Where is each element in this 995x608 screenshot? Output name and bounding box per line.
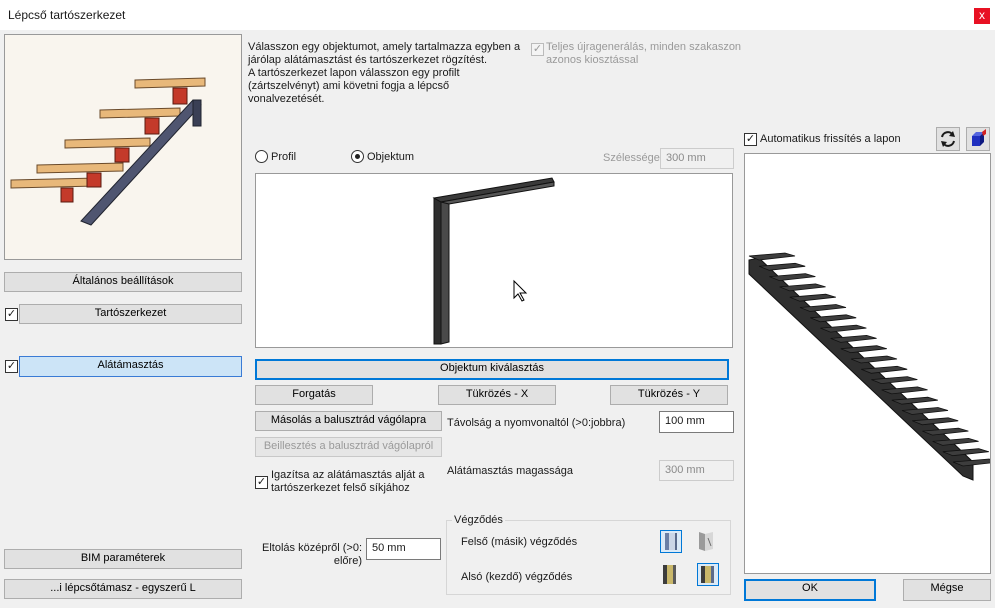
auto-refresh-checkbox[interactable]: ✓ bbox=[744, 133, 757, 146]
copy-clipboard-button[interactable]: Másolás a balusztrád vágólapra bbox=[255, 411, 442, 431]
align-label: Igazítsa az alátámasztás alját a tartósz… bbox=[271, 469, 424, 495]
align-label-line: Igazítsa az alátámasztás alját a bbox=[271, 469, 425, 481]
close-button[interactable]: x bbox=[974, 8, 990, 24]
description-line: A tartószerkezet lapon válasszon egy pro… bbox=[248, 67, 460, 79]
mirror-x-button[interactable]: Tükrözés - X bbox=[438, 385, 556, 405]
upper-end-option-2-icon[interactable] bbox=[697, 530, 719, 553]
title-bar: Lépcső tartószerkezet x bbox=[0, 0, 995, 30]
profil-radio[interactable] bbox=[255, 150, 268, 163]
height-input[interactable]: 300 mm bbox=[659, 460, 734, 481]
stair-3d-preview bbox=[744, 153, 995, 574]
mirror-y-button[interactable]: Tükrözés - Y bbox=[610, 385, 728, 405]
profil-radio-label: Profil bbox=[271, 151, 297, 163]
distance-input[interactable]: 100 mm bbox=[659, 411, 734, 433]
general-settings-button[interactable]: Általános beállítások bbox=[4, 272, 242, 292]
objektum-radio-label: Objektum bbox=[367, 151, 415, 163]
stringer bbox=[748, 257, 974, 481]
align-label-line: tartószerkezet felső síkjához bbox=[271, 482, 410, 494]
lower-end-option-1-icon[interactable] bbox=[660, 563, 682, 586]
objektum-radio[interactable] bbox=[351, 150, 364, 163]
lower-end-option-2-icon[interactable] bbox=[697, 563, 719, 586]
window-title: Lépcső tartószerkezet bbox=[8, 8, 126, 22]
description-line: Válasszon egy objektumot, amely tartalma… bbox=[248, 41, 521, 53]
bim-parameters-button[interactable]: BIM paraméterek bbox=[4, 549, 242, 569]
ending-group-title: Végződés bbox=[452, 514, 505, 526]
preset-button[interactable]: ...i lépcsőtámasz - egyszerű L bbox=[4, 579, 242, 599]
width-label: Szélessége bbox=[603, 152, 660, 164]
height-label: Alátámasztás magassága bbox=[447, 465, 573, 477]
cancel-button[interactable]: Mégse bbox=[903, 579, 991, 601]
tartoszerkezet-checkbox[interactable]: ✓ bbox=[5, 308, 18, 321]
alatamasztas-button[interactable]: Alátámasztás bbox=[19, 356, 242, 377]
lower-end-label: Alsó (kezdő) végződés bbox=[461, 571, 573, 583]
paste-clipboard-button[interactable]: Beillesztés a balusztrád vágólapról bbox=[255, 437, 442, 457]
width-input[interactable]: 300 mm bbox=[660, 148, 734, 169]
upper-end-option-1-icon[interactable] bbox=[660, 530, 682, 553]
rotate-button[interactable]: Forgatás bbox=[255, 385, 373, 405]
description-line: vonalvezetését. bbox=[248, 93, 325, 105]
offset-label-line: Eltolás középről (>0: bbox=[262, 542, 362, 554]
cursor-icon bbox=[513, 279, 528, 302]
offset-label: Eltolás középről (>0: előre) bbox=[262, 542, 362, 568]
cube-view-button[interactable] bbox=[966, 127, 990, 151]
distance-label: Távolság a nyomvonaltól (>0:jobbra) bbox=[447, 417, 626, 429]
ok-button[interactable]: OK bbox=[744, 579, 876, 601]
refresh-button[interactable] bbox=[936, 127, 960, 151]
align-checkbox[interactable]: ✓ bbox=[255, 476, 268, 489]
offset-label-line: előre) bbox=[333, 555, 362, 567]
object-shape bbox=[432, 177, 555, 345]
offset-input[interactable]: 50 mm bbox=[366, 538, 441, 560]
full-regen-line: Teljes újragenerálás, minden szakaszon bbox=[546, 41, 742, 53]
description-line: járólap alátámasztást és tartószerkezet … bbox=[248, 54, 488, 66]
stair-3d-illustration bbox=[748, 252, 995, 481]
cube-icon bbox=[972, 129, 986, 146]
full-regen-checkbox[interactable]: ✓ bbox=[531, 43, 544, 56]
stair-tread bbox=[748, 252, 796, 261]
select-object-button[interactable]: Objektum kiválasztás bbox=[255, 359, 729, 380]
stair-preview-image bbox=[4, 34, 242, 260]
stair-illustration bbox=[10, 77, 206, 226]
refresh-icon bbox=[941, 131, 955, 147]
description-text: Válasszon egy objektumot, amely tartalma… bbox=[248, 41, 528, 106]
ending-group bbox=[446, 520, 731, 595]
upper-end-label: Felső (másik) végződés bbox=[461, 536, 578, 548]
alatamasztas-checkbox[interactable]: ✓ bbox=[5, 360, 18, 373]
full-regen-label: Teljes újragenerálás, minden szakaszon a… bbox=[546, 41, 741, 67]
description-line: (zártszelvényt) ami követni fogja a lépc… bbox=[248, 80, 450, 92]
object-preview bbox=[255, 173, 733, 348]
tartoszerkezet-button[interactable]: Tartószerkezet bbox=[19, 304, 242, 324]
auto-refresh-label: Automatikus frissítés a lapon bbox=[760, 133, 901, 145]
full-regen-line: azonos kiosztással bbox=[546, 54, 639, 66]
